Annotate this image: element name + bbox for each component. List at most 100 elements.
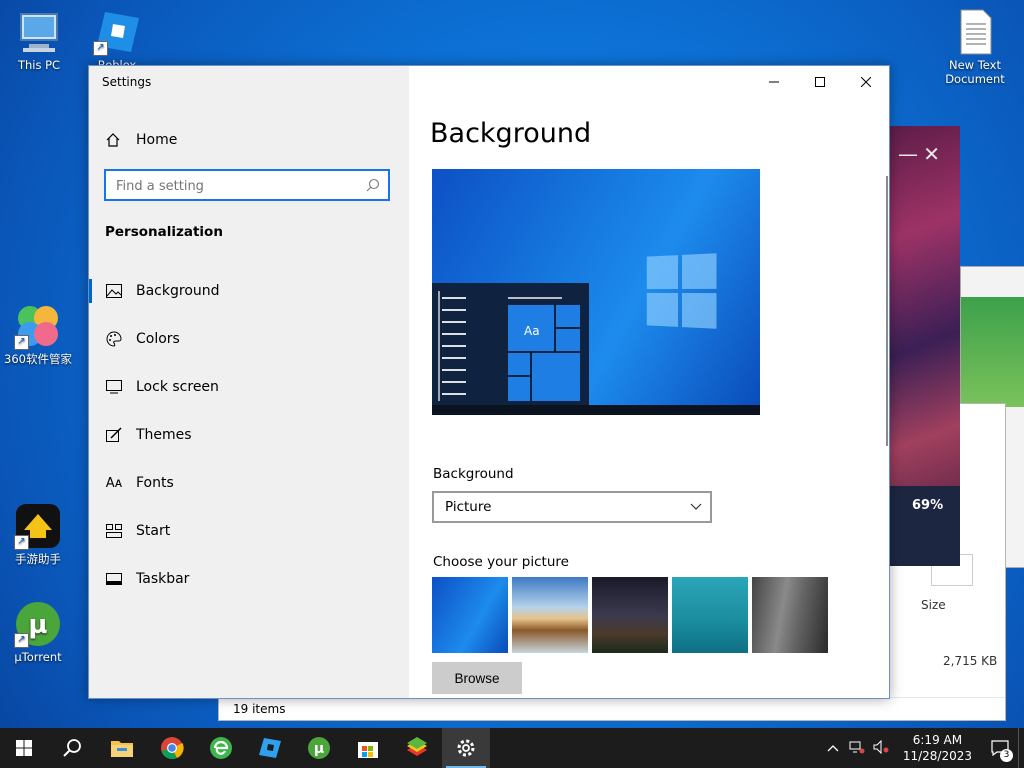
taskbar-settings[interactable] bbox=[442, 728, 490, 768]
settings-nav: Background Colors Lock screen Themes Aᴀ … bbox=[89, 267, 409, 603]
search-box[interactable] bbox=[104, 169, 390, 201]
desktop-icon-game-assistant[interactable]: ↗ 手游助手 bbox=[1, 502, 75, 566]
nav-item-taskbar[interactable]: Taskbar bbox=[89, 555, 409, 603]
nav-label: Start bbox=[136, 523, 171, 539]
desktop-icon-utorrent[interactable]: µ ↗ µTorrent bbox=[1, 600, 75, 664]
notification-count: 3 bbox=[1000, 749, 1013, 762]
nav-item-themes[interactable]: Themes bbox=[89, 411, 409, 459]
taskbar-store[interactable] bbox=[344, 728, 392, 768]
picture-thumbnail-night-sky[interactable] bbox=[592, 577, 668, 653]
background-game-window[interactable]: — ✕ 69% bbox=[880, 126, 960, 566]
gear-icon bbox=[457, 739, 475, 757]
preview-tile bbox=[556, 305, 580, 327]
shortcut-arrow-icon: ↗ bbox=[93, 41, 108, 56]
preview-tile-large: Aa bbox=[508, 305, 554, 351]
nav-label: Taskbar bbox=[136, 571, 190, 587]
menu-lines bbox=[442, 297, 466, 397]
settings-content: Background Aa Background Picture Choose … bbox=[409, 66, 889, 698]
settings-window[interactable]: Settings Home Personalization Background… bbox=[88, 65, 890, 699]
section-title: Personalization bbox=[105, 224, 223, 240]
desktop-icon-roblox-studio[interactable]: ↗ Roblox Studio bbox=[80, 8, 154, 72]
download-percent: 69% bbox=[912, 498, 944, 513]
clock-time: 6:19 AM bbox=[912, 733, 963, 747]
game-assistant-icon: ↗ bbox=[14, 502, 62, 550]
computer-icon bbox=[15, 8, 63, 56]
picture-thumbnail-underwater[interactable] bbox=[672, 577, 748, 653]
search-icon[interactable] bbox=[366, 178, 380, 192]
nav-item-background[interactable]: Background bbox=[89, 267, 409, 315]
chevron-down-icon bbox=[690, 503, 702, 510]
show-desktop-button[interactable] bbox=[1018, 728, 1024, 768]
background-type-dropdown[interactable]: Picture bbox=[432, 491, 712, 523]
lock-screen-icon bbox=[106, 379, 122, 395]
nav-item-start[interactable]: Start bbox=[89, 507, 409, 555]
picture-thumbnail-windows[interactable] bbox=[432, 577, 508, 653]
chevron-up-icon[interactable] bbox=[821, 741, 845, 755]
volume-muted-icon[interactable] bbox=[869, 739, 893, 757]
maximize-button[interactable] bbox=[797, 66, 843, 98]
nav-item-lock-screen[interactable]: Lock screen bbox=[89, 363, 409, 411]
nav-item-colors[interactable]: Colors bbox=[89, 315, 409, 363]
palette-icon bbox=[106, 331, 122, 347]
desktop-icon-label: 360软件管家 bbox=[4, 352, 72, 366]
window-title: Settings bbox=[102, 75, 152, 89]
taskbar-chrome[interactable] bbox=[148, 728, 196, 768]
nav-label: Lock screen bbox=[136, 379, 219, 395]
desktop-icon-label: New Text Document bbox=[945, 58, 1005, 86]
explorer-size-value: 2,715 KB bbox=[943, 654, 998, 668]
taskbar-roblox-studio[interactable] bbox=[246, 728, 294, 768]
svg-text:µ: µ bbox=[28, 610, 47, 640]
notification-center-button[interactable]: 3 bbox=[982, 728, 1018, 768]
start-button[interactable] bbox=[0, 728, 48, 768]
background-preview: Aa bbox=[432, 169, 760, 415]
taskbar-browser-green[interactable] bbox=[197, 728, 245, 768]
picture-thumbnail-rock[interactable] bbox=[752, 577, 828, 653]
preview-tile bbox=[508, 377, 530, 401]
roblox-studio-icon: ↗ bbox=[93, 8, 141, 56]
minimize-icon bbox=[769, 81, 779, 83]
content-scrollbar[interactable] bbox=[886, 176, 888, 446]
choose-picture-label: Choose your picture bbox=[433, 554, 569, 570]
home-link[interactable]: Home bbox=[105, 129, 177, 151]
installer-banner bbox=[961, 297, 1024, 407]
explorer-size-header[interactable]: Size bbox=[921, 598, 946, 612]
desktop-icon-label: 手游助手 bbox=[15, 552, 61, 566]
close-icon bbox=[861, 77, 871, 87]
close-icon[interactable]: ✕ bbox=[923, 142, 940, 166]
taskbar-bluestacks[interactable] bbox=[393, 728, 441, 768]
network-icon[interactable] bbox=[845, 740, 869, 757]
desktop-icon-this-pc[interactable]: This PC bbox=[2, 8, 76, 72]
close-button[interactable] bbox=[843, 66, 889, 98]
windows-logo-icon bbox=[646, 253, 717, 329]
taskbar-icon bbox=[106, 571, 122, 587]
picture-thumbnails bbox=[432, 577, 828, 653]
home-label: Home bbox=[136, 132, 178, 148]
minimize-button[interactable] bbox=[751, 66, 797, 98]
store-icon bbox=[358, 742, 378, 758]
nav-item-fonts[interactable]: Aᴀ Fonts bbox=[89, 459, 409, 507]
home-icon bbox=[106, 133, 120, 147]
taskbar-utorrent[interactable]: µ bbox=[295, 728, 343, 768]
clock-date: 11/28/2023 bbox=[902, 749, 972, 763]
preview-taskbar bbox=[432, 405, 760, 415]
green-browser-icon bbox=[210, 737, 232, 759]
taskbar-search-button[interactable] bbox=[48, 728, 96, 768]
dropdown-value: Picture bbox=[445, 499, 492, 515]
picture-thumbnail-beach[interactable] bbox=[512, 577, 588, 653]
nav-label: Colors bbox=[136, 331, 180, 347]
taskbar-file-explorer[interactable] bbox=[98, 728, 146, 768]
desktop-icon-new-text-document[interactable]: New Text Document bbox=[938, 8, 1012, 86]
menu-header-line bbox=[508, 297, 562, 299]
brush-icon bbox=[106, 427, 122, 443]
browse-button[interactable]: Browse bbox=[432, 662, 522, 694]
clock[interactable]: 6:19 AM 11/28/2023 bbox=[903, 732, 972, 764]
system-tray: 6:19 AM 11/28/2023 3 bbox=[821, 728, 1024, 768]
font-icon: Aᴀ bbox=[105, 475, 123, 491]
minimize-icon[interactable]: — bbox=[898, 142, 918, 166]
windows-start-icon bbox=[16, 740, 32, 756]
window-controls bbox=[751, 66, 889, 98]
nav-label: Fonts bbox=[136, 475, 174, 491]
folder-icon bbox=[111, 741, 133, 757]
desktop-icon-360[interactable]: ↗ 360软件管家 bbox=[1, 302, 75, 366]
search-input[interactable] bbox=[106, 171, 358, 201]
